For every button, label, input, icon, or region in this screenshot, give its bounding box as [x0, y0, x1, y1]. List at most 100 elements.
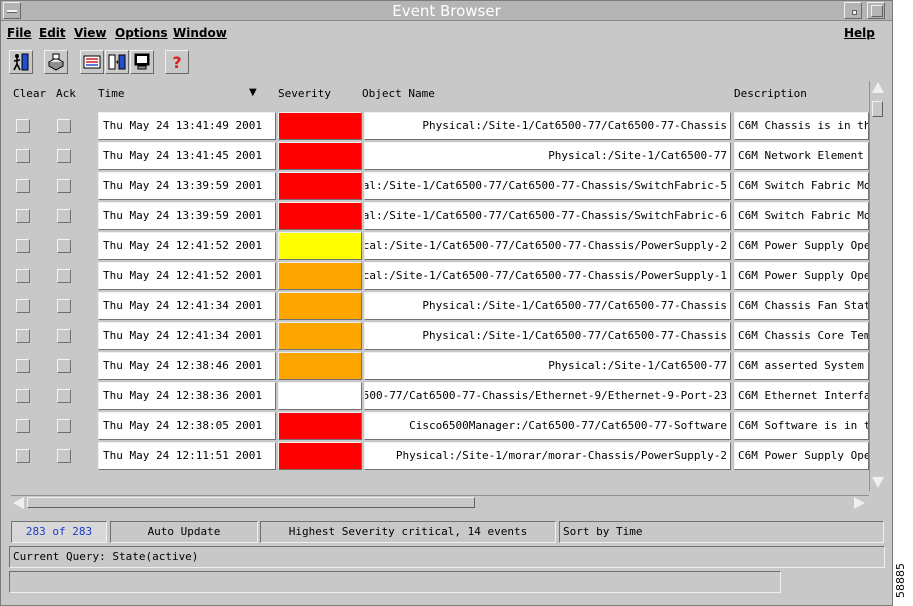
- sort-status: Sort by Time: [559, 521, 884, 543]
- title-bar[interactable]: Event Browser: [1, 1, 892, 21]
- clear-checkbox[interactable]: [16, 179, 30, 193]
- message-bar: [9, 571, 781, 593]
- current-query: Current Query: State(active): [9, 546, 885, 568]
- event-description: C6M Ethernet Interface: [734, 382, 869, 410]
- column-header-severity[interactable]: Severity: [278, 87, 331, 100]
- object-name-text: Physical:/Site-1/Cat6500-77/Cat6500-77-C…: [422, 119, 727, 132]
- scroll-right-icon[interactable]: [854, 497, 865, 509]
- column-header-description[interactable]: Description: [734, 87, 807, 100]
- ack-checkbox[interactable]: [57, 119, 71, 133]
- ack-checkbox[interactable]: [57, 209, 71, 223]
- severity-swatch: [278, 262, 362, 290]
- figure-code: 58885: [894, 560, 911, 600]
- severity-swatch: [278, 382, 362, 410]
- severity-swatch: [278, 172, 362, 200]
- ack-checkbox[interactable]: [57, 419, 71, 433]
- window-title: Event Browser: [392, 2, 501, 20]
- scroll-up-icon[interactable]: [872, 82, 884, 93]
- ack-checkbox[interactable]: [57, 239, 71, 253]
- table-row[interactable]: Thu May 24 12:41:34 2001 Physical:/Site-1…: [11, 291, 869, 321]
- clear-checkbox[interactable]: [16, 449, 30, 463]
- table-row[interactable]: Thu May 24 12:38:05 2001 Cisco6500Manager…: [11, 411, 869, 441]
- clear-checkbox[interactable]: [16, 149, 30, 163]
- column-header-object-name[interactable]: Object Name: [362, 87, 435, 100]
- clear-checkbox[interactable]: [16, 359, 30, 373]
- ack-checkbox[interactable]: [57, 449, 71, 463]
- scroll-down-icon[interactable]: [872, 477, 884, 488]
- clear-checkbox[interactable]: [16, 299, 30, 313]
- event-description: C6M Switch Fabric Modu: [734, 172, 869, 200]
- menu-edit[interactable]: Edit: [39, 26, 66, 40]
- help-button[interactable]: ?: [165, 50, 189, 74]
- event-time: Thu May 24 13:39:59 2001: [98, 202, 276, 230]
- clear-checkbox[interactable]: [16, 209, 30, 223]
- scroll-left-icon[interactable]: [13, 497, 24, 509]
- ack-checkbox[interactable]: [57, 179, 71, 193]
- filter-button[interactable]: [80, 50, 104, 74]
- ack-checkbox[interactable]: [57, 299, 71, 313]
- minimize-button[interactable]: [844, 2, 862, 19]
- menu-window[interactable]: Window: [173, 26, 227, 40]
- object-name: ./Cat6500-77/Cat6500-77-Chassis/Ethernet…: [364, 382, 731, 410]
- column-header-ack[interactable]: Ack: [56, 87, 76, 100]
- column-header-clear[interactable]: Clear: [13, 87, 46, 100]
- clear-checkbox[interactable]: [16, 119, 30, 133]
- menu-help[interactable]: Help: [844, 26, 875, 40]
- event-description: C6M Chassis Core Tempe: [734, 322, 869, 350]
- columns-icon: [108, 54, 126, 70]
- ack-checkbox[interactable]: [57, 329, 71, 343]
- severity-swatch: [278, 322, 362, 350]
- table-row[interactable]: Thu May 24 13:41:49 2001 Physical:/Site-1…: [11, 111, 869, 141]
- table-row[interactable]: Thu May 24 12:11:51 2001 Physical:/Site-1…: [11, 441, 869, 471]
- clear-checkbox[interactable]: [16, 419, 30, 433]
- table-row[interactable]: Thu May 24 12:38:46 2001 Physical:/Site-1…: [11, 351, 869, 381]
- object-name-text: 'hysical:/Site-1/Cat6500-77/Cat6500-77-C…: [365, 209, 727, 222]
- horizontal-scroll-thumb[interactable]: [27, 497, 475, 508]
- svg-text:?: ?: [172, 53, 181, 71]
- vertical-scroll-thumb[interactable]: [872, 101, 883, 117]
- event-time: Thu May 24 12:41:52 2001: [98, 262, 276, 290]
- clear-checkbox[interactable]: [16, 329, 30, 343]
- severity-swatch: [278, 112, 362, 140]
- maximize-button[interactable]: [867, 2, 885, 19]
- clear-checkbox[interactable]: [16, 239, 30, 253]
- ack-checkbox[interactable]: [57, 359, 71, 373]
- monitor-icon: [134, 53, 150, 70]
- object-name: 'hysical:/Site-1/Cat6500-77/Cat6500-77-C…: [364, 172, 731, 200]
- exit-button[interactable]: [9, 50, 33, 74]
- table-row[interactable]: Thu May 24 12:41:52 2001 Physical:/Site-1…: [11, 231, 869, 261]
- columns-button[interactable]: [105, 50, 129, 74]
- object-name-text: Physical:/Site-1/Cat6500-77/Cat6500-77-C…: [422, 299, 727, 312]
- table-row[interactable]: Thu May 24 13:39:59 2001 'hysical:/Site-1…: [11, 171, 869, 201]
- menu-file[interactable]: File: [7, 26, 32, 40]
- object-name-text: Physical:/Site-1/Cat6500-77/Cat6500-77-C…: [364, 239, 727, 252]
- auto-update-button[interactable]: Auto Update: [110, 521, 258, 543]
- table-row[interactable]: Thu May 24 12:41:52 2001 Physical:/Site-1…: [11, 261, 869, 291]
- clear-checkbox[interactable]: [16, 269, 30, 283]
- event-time: Thu May 24 13:41:45 2001: [98, 142, 276, 170]
- event-time: Thu May 24 13:41:49 2001: [98, 112, 276, 140]
- sort-descending-icon[interactable]: ▼: [249, 87, 257, 98]
- print-button[interactable]: [44, 50, 68, 74]
- menu-options[interactable]: Options: [115, 26, 168, 40]
- table-row[interactable]: Thu May 24 13:41:45 2001 Physical:/Site-1…: [11, 141, 869, 171]
- monitor-button[interactable]: [130, 50, 154, 74]
- severity-swatch: [278, 412, 362, 440]
- event-description: C6M Chassis Fan Status: [734, 292, 869, 320]
- menu-view[interactable]: View: [74, 26, 106, 40]
- table-row[interactable]: Thu May 24 12:41:34 2001 Physical:/Site-1…: [11, 321, 869, 351]
- event-time: Thu May 24 12:38:46 2001: [98, 352, 276, 380]
- table-row[interactable]: Thu May 24 12:38:36 2001 ./Cat6500-77/Cat…: [11, 381, 869, 411]
- horizontal-scrollbar[interactable]: [11, 495, 869, 509]
- column-header-time[interactable]: Time: [98, 87, 125, 100]
- event-time: Thu May 24 12:38:36 2001: [98, 382, 276, 410]
- clear-checkbox[interactable]: [16, 389, 30, 403]
- object-name-text: Physical:/Site-1/Cat6500-77: [548, 149, 727, 162]
- ack-checkbox[interactable]: [57, 149, 71, 163]
- object-name: Cisco6500Manager:/Cat6500-77/Cat6500-77-…: [364, 412, 731, 440]
- highest-severity-status: Highest Severity critical, 14 events: [260, 521, 556, 543]
- ack-checkbox[interactable]: [57, 389, 71, 403]
- table-row[interactable]: Thu May 24 13:39:59 2001 'hysical:/Site-1…: [11, 201, 869, 231]
- ack-checkbox[interactable]: [57, 269, 71, 283]
- vertical-scrollbar[interactable]: [869, 81, 885, 491]
